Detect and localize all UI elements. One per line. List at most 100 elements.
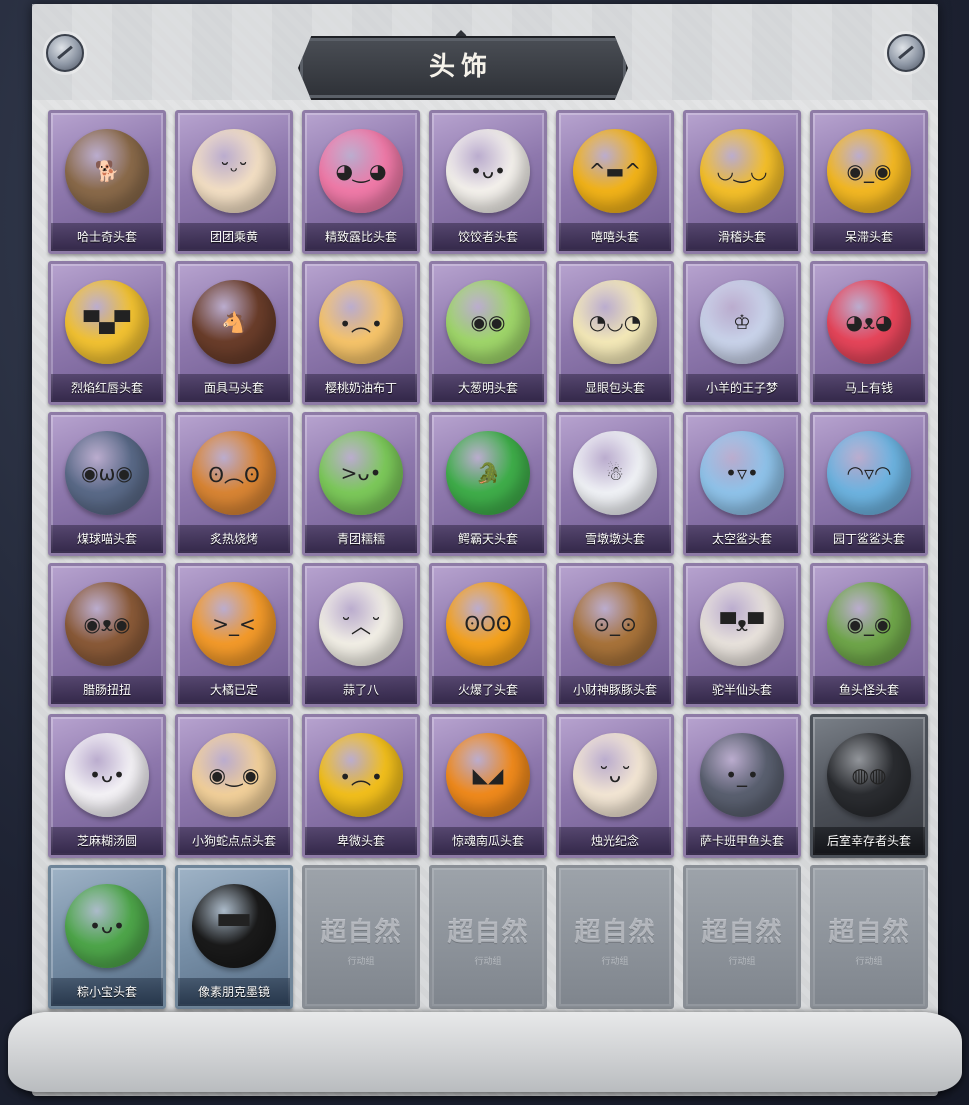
item-card[interactable]: •︵• 樱桃奶油布丁	[302, 261, 420, 405]
bbq-meat-mask-icon: ʘ︵ʘ	[192, 431, 276, 515]
item-label: 嘻嘻头套	[559, 223, 671, 251]
item-label: 哈士奇头套	[51, 223, 163, 251]
item-card[interactable]: ◍◍ 后室幸存者头套	[810, 714, 928, 858]
item-card[interactable]: ◉‿◉ 小狗蛇点点头套	[175, 714, 293, 858]
item-label: 火爆了头套	[432, 676, 544, 704]
placeholder-logo: 超自然	[447, 917, 529, 948]
item-card[interactable]: ◕ᴥ◕ 马上有钱	[810, 261, 928, 405]
empty-slot: 超自然 行动组	[556, 865, 674, 1009]
alpaca-sunglasses-mask-icon: ▀ᴥ▀	[700, 582, 784, 666]
space-shark-mask-icon: •▿•	[700, 431, 784, 515]
item-label: 青团糯糯	[305, 525, 417, 553]
placeholder-logo: 超自然	[701, 917, 783, 948]
item-card[interactable]: ◉_◉ 呆滞头套	[810, 110, 928, 254]
item-card[interactable]: ▀▄▀ 烈焰红唇头套	[48, 261, 166, 405]
item-card[interactable]: ☃ 雪墩墩头套	[556, 412, 674, 556]
item-card[interactable]: ^▬^ 嘻嘻头套	[556, 110, 674, 254]
item-label: 卑微头套	[305, 827, 417, 855]
black-cat-mask-icon: ◉ω◉	[65, 431, 149, 515]
item-card[interactable]: 🐴 面具马头套	[175, 261, 293, 405]
orange-slice-mask-icon: >_<	[192, 582, 276, 666]
dachshund-mask-icon: ◉ᴥ◉	[65, 582, 149, 666]
placeholder-logo: 超自然	[574, 917, 656, 948]
item-label: 炙热烧烤	[178, 525, 290, 553]
item-card[interactable]: ◉ω◉ 煤球喵头套	[48, 412, 166, 556]
item-card[interactable]: •_• 萨卡班甲鱼头套	[683, 714, 801, 858]
pudding-mask-icon: •︵•	[319, 280, 403, 364]
page-title: 头饰	[428, 52, 493, 82]
item-card[interactable]: ◉ᴥ◉ 腊肠扭扭	[48, 563, 166, 707]
placeholder-logo-subtext: 行动组	[601, 957, 629, 967]
gardener-shark-mask-icon: ◠▿◠	[827, 431, 911, 515]
item-card[interactable]: ˘︿˘ 蒜了八	[302, 563, 420, 707]
placeholder-logo: 超自然	[828, 917, 910, 948]
item-card[interactable]: 🐕 哈士奇头套	[48, 110, 166, 254]
scallion-mask-icon: ◉◉	[446, 280, 530, 364]
funny-emoji-mask-icon: ◡‿◡	[700, 129, 784, 213]
candle-mask-icon: ˘ᴗ˘	[573, 733, 657, 817]
item-card[interactable]: >_< 大橘已定	[175, 563, 293, 707]
item-card[interactable]: ◉_◉ 鱼头怪头套	[810, 563, 928, 707]
item-label: 后室幸存者头套	[813, 827, 925, 855]
item-label: 小财神豚豚头套	[559, 676, 671, 704]
grin-emoji-mask-icon: ^▬^	[573, 129, 657, 213]
placeholder-logo-subtext: 行动组	[855, 957, 883, 967]
item-card[interactable]: ◉◉ 大葱明头套	[429, 261, 547, 405]
item-card[interactable]: ⊙_⊙ 小财神豚豚头套	[556, 563, 674, 707]
item-card[interactable]: •▿• 太空鲨头套	[683, 412, 801, 556]
garlic-mask-icon: ˘︿˘	[319, 582, 403, 666]
item-card[interactable]: ◠▿◠ 园丁鲨鲨头套	[810, 412, 928, 556]
scroll-bottom-roll	[8, 1012, 962, 1092]
item-card[interactable]: •ᴗ• 饺饺者头套	[429, 110, 547, 254]
item-label: 面具马头套	[178, 374, 290, 402]
item-card[interactable]: ʘ︵ʘ 炙热烧烤	[175, 412, 293, 556]
item-card[interactable]: ◣◢ 惊魂南瓜头套	[429, 714, 547, 858]
green-rice-ball-mask-icon: >ᴗ•	[319, 431, 403, 515]
empty-slot: 超自然 行动组	[810, 865, 928, 1009]
chenghuang-plush-icon: ˘ᵕ˘	[192, 129, 276, 213]
item-label: 烛光纪念	[559, 827, 671, 855]
placeholder-logo: 超自然	[320, 917, 402, 948]
item-label: 蒜了八	[305, 676, 417, 704]
item-label: 驼半仙头套	[686, 676, 798, 704]
item-label: 煤球喵头套	[51, 525, 163, 553]
item-card[interactable]: ◔◡◔ 显眼包头套	[556, 261, 674, 405]
left-bolt-icon	[46, 34, 84, 72]
item-label: 腊肠扭扭	[51, 676, 163, 704]
empty-slot: 超自然 行动组	[302, 865, 420, 1009]
item-card[interactable]: ˘ᴗ˘ 烛光纪念	[556, 714, 674, 858]
item-card[interactable]: 🐊 鳄霸天头套	[429, 412, 547, 556]
item-label: 芝麻糊汤圆	[51, 827, 163, 855]
item-card[interactable]: ▀ᴥ▀ 驼半仙头套	[683, 563, 801, 707]
red-lips-mask-icon: ▀▄▀	[65, 280, 149, 364]
item-label: 粽小宝头套	[51, 978, 163, 1006]
item-label: 园丁鲨鲨头套	[813, 525, 925, 553]
item-card[interactable]: ˘ᵕ˘ 团团乘黄	[175, 110, 293, 254]
item-label: 马上有钱	[813, 374, 925, 402]
item-card[interactable]: •ᴗ• 粽小宝头套	[48, 865, 166, 1009]
item-card[interactable]: •ᴗ• 芝麻糊汤圆	[48, 714, 166, 858]
item-label: 鳄霸天头套	[432, 525, 544, 553]
item-card[interactable]: ▀▀ 像素朋克墨镜	[175, 865, 293, 1009]
item-label: 大橘已定	[178, 676, 290, 704]
item-label: 像素朋克墨镜	[178, 978, 290, 1006]
zongzi-mask-icon: •ᴗ•	[65, 884, 149, 968]
right-bolt-icon	[887, 34, 925, 72]
capybara-god-mask-icon: ⊙_⊙	[573, 582, 657, 666]
item-card[interactable]: ♔ 小羊的王子梦	[683, 261, 801, 405]
item-card[interactable]: ʘOʘ 火爆了头套	[429, 563, 547, 707]
sheep-prince-mask-icon: ♔	[700, 280, 784, 364]
item-card[interactable]: •︵• 卑微头套	[302, 714, 420, 858]
husky-mask-icon: 🐕	[65, 129, 149, 213]
item-label: 小羊的王子梦	[686, 374, 798, 402]
item-label: 太空鲨头套	[686, 525, 798, 553]
item-grid: 🐕 哈士奇头套 ˘ᵕ˘ 团团乘黄 ◕‿◕ 精致露比头套 •ᴗ• 饺饺者头套 ^▬^ 嘻嘻头套 ◡‿◡…	[48, 110, 928, 1009]
item-card[interactable]: ◕‿◕ 精致露比头套	[302, 110, 420, 254]
item-card[interactable]: ◡‿◡ 滑稽头套	[683, 110, 801, 254]
placeholder-logo-subtext: 行动组	[728, 957, 756, 967]
item-label: 呆滞头套	[813, 223, 925, 251]
sacabambaspis-mask-icon: •_•	[700, 733, 784, 817]
fish-head-mask-icon: ◉_◉	[827, 582, 911, 666]
item-card[interactable]: >ᴗ• 青团糯糯	[302, 412, 420, 556]
humble-emoji-mask-icon: •︵•	[319, 733, 403, 817]
